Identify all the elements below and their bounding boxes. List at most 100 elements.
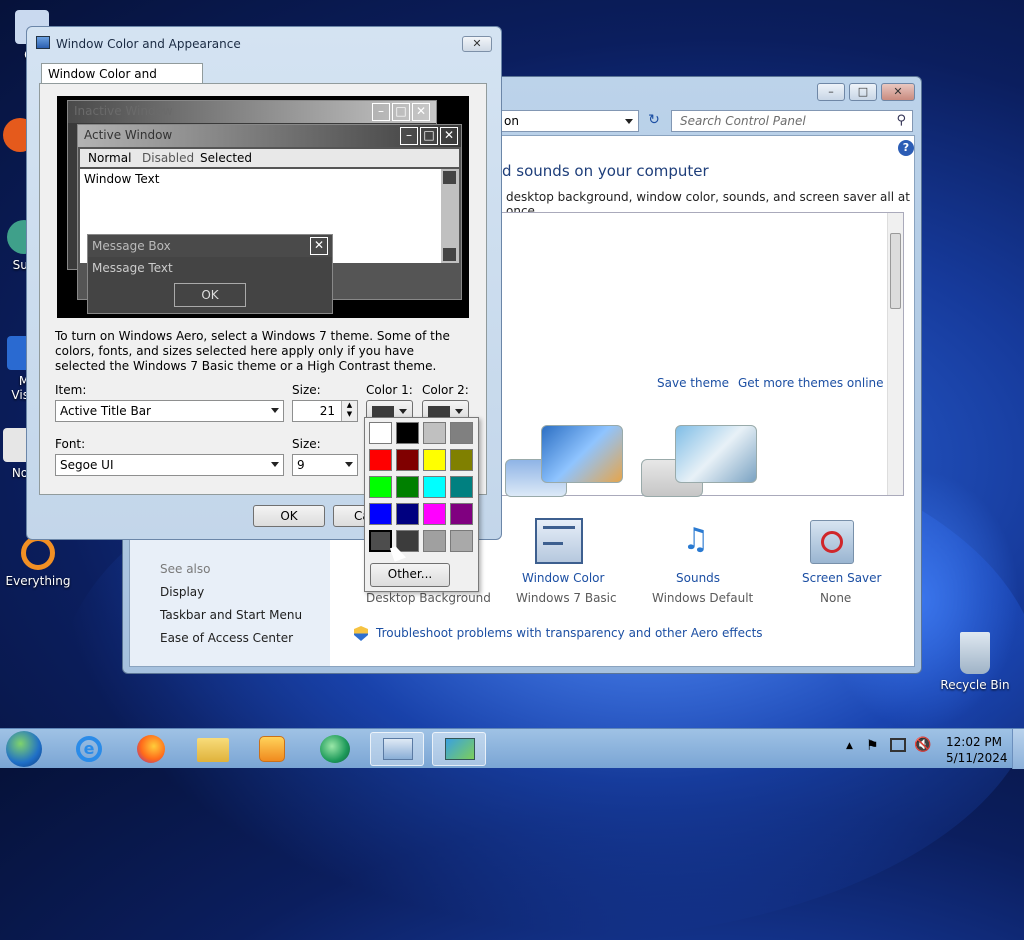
refresh-icon[interactable]: ↻ — [643, 110, 665, 132]
show-desktop-button[interactable] — [1012, 729, 1024, 769]
font-size-select[interactable]: 9 — [292, 454, 358, 476]
font-label: Font: — [55, 437, 86, 451]
sounds-icon[interactable]: ♫ — [672, 520, 720, 564]
chevron-down-icon — [399, 409, 407, 414]
window-color-icon[interactable] — [535, 518, 583, 564]
get-more-themes-link[interactable]: Get more themes online — [738, 376, 884, 390]
color-swatch[interactable] — [396, 503, 419, 525]
save-theme-link[interactable]: Save theme — [657, 376, 729, 390]
appearance-preview[interactable]: Inactive Window – □ ✕ Active Window – □ … — [57, 96, 469, 318]
item-size-spinner[interactable]: 21 ▲ ▼ — [292, 400, 358, 422]
color-swatch[interactable] — [396, 449, 419, 471]
personalization-icon — [445, 738, 475, 760]
taskbar-internet-explorer[interactable]: e — [62, 732, 116, 766]
preview-menubar: Normal Disabled Selected — [80, 149, 459, 167]
preview-active-close-icon: ✕ — [440, 127, 458, 145]
color-swatch[interactable] — [423, 503, 446, 525]
sounds-link[interactable]: Sounds — [676, 571, 720, 585]
color-swatch[interactable] — [450, 476, 473, 498]
recycle-bin-icon — [960, 632, 990, 674]
volume-muted-icon[interactable]: 🔇 — [914, 737, 931, 753]
chevron-down-icon[interactable] — [625, 119, 633, 124]
app-green-icon — [320, 735, 350, 763]
screen-saver-sub: None — [820, 591, 852, 605]
item-label: Item: — [55, 383, 87, 397]
scrollbar-thumb[interactable] — [890, 233, 901, 309]
themes-scrollbar[interactable] — [887, 213, 903, 495]
preview-minimize-icon: – — [372, 103, 390, 121]
preview-active-maximize-icon: □ — [420, 127, 438, 145]
desktop-icon-recycle-bin[interactable]: Recycle Bin — [935, 632, 1015, 692]
color-swatch[interactable] — [423, 449, 446, 471]
taskbar-explorer[interactable] — [186, 732, 240, 766]
maximize-button[interactable]: □ — [849, 83, 877, 101]
taskbar-firefox[interactable] — [124, 732, 178, 766]
themes-list: Save theme Get more themes online — [500, 212, 904, 497]
color-swatch[interactable] — [369, 422, 392, 444]
sounds-sub: Windows Default — [652, 591, 754, 605]
action-center-flag-icon[interactable]: ⚑ — [866, 738, 879, 754]
color-swatch[interactable] — [396, 422, 419, 444]
preview-message-close-icon: ✕ — [310, 237, 328, 255]
window-color-link[interactable]: Window Color — [522, 571, 604, 585]
clock-time: 12:02 PM — [946, 735, 1002, 749]
network-icon[interactable] — [890, 738, 906, 752]
color-swatch[interactable] — [396, 476, 419, 498]
tab-window-color-appearance[interactable]: Window Color and Appearance — [41, 63, 203, 95]
desktop-icon-everything[interactable]: Everything — [0, 536, 78, 588]
color-swatch[interactable] — [450, 503, 473, 525]
media-player-icon — [259, 736, 285, 762]
color-swatch[interactable] — [369, 530, 392, 552]
clock[interactable]: 12:02 PM 5/11/2024 — [946, 734, 1008, 766]
desktop-background-label[interactable]: Desktop Background — [366, 591, 491, 605]
tray-expand-icon[interactable]: ▲ — [846, 741, 853, 751]
taskbar-media-player[interactable] — [246, 732, 300, 766]
preview-message-box: Message Box ✕ Message Text OK — [87, 234, 333, 314]
screen-saver-link[interactable]: Screen Saver — [802, 571, 881, 585]
color-swatch[interactable] — [450, 449, 473, 471]
color-swatch[interactable] — [423, 530, 446, 552]
help-icon[interactable]: ? — [898, 140, 914, 156]
other-colors-button[interactable]: Other... — [370, 563, 450, 587]
spinner-arrows-icon[interactable]: ▲ ▼ — [341, 401, 357, 421]
preview-scrollbar — [441, 169, 459, 263]
color-swatch[interactable] — [423, 476, 446, 498]
dialog-title: Window Color and Appearance — [56, 37, 241, 51]
taskbar-app-green[interactable] — [308, 732, 362, 766]
search-icon[interactable]: ⚲ — [896, 113, 906, 128]
link-ease-of-access[interactable]: Ease of Access Center — [160, 631, 293, 645]
color2-label: Color 2: — [422, 383, 469, 397]
address-bar[interactable]: on — [499, 110, 639, 132]
color-swatch[interactable] — [369, 449, 392, 471]
color-swatch[interactable] — [369, 476, 392, 498]
item-size-label: Size: — [292, 383, 321, 397]
start-button[interactable] — [6, 731, 42, 767]
taskbar-control-panel[interactable] — [370, 732, 424, 766]
dialog-close-button[interactable]: ✕ — [462, 36, 492, 52]
link-display[interactable]: Display — [160, 585, 204, 599]
color2-swatch — [428, 406, 450, 417]
font-size-label: Size: — [292, 437, 321, 451]
troubleshoot-link[interactable]: Troubleshoot problems with transparency … — [376, 626, 763, 640]
color-swatch[interactable] — [450, 422, 473, 444]
search-input[interactable]: Search Control Panel ⚲ — [671, 110, 913, 132]
color-swatch[interactable] — [423, 422, 446, 444]
clock-date: 5/11/2024 — [946, 751, 1008, 765]
screen-saver-icon[interactable] — [810, 520, 854, 564]
close-button[interactable]: ✕ — [881, 83, 915, 101]
color-swatch[interactable] — [369, 503, 392, 525]
preview-active-minimize-icon: – — [400, 127, 418, 145]
item-select[interactable]: Active Title Bar — [55, 400, 284, 422]
dialog-app-icon — [36, 36, 50, 49]
internet-explorer-icon: e — [76, 736, 102, 762]
link-taskbar[interactable]: Taskbar and Start Menu — [160, 608, 302, 622]
preview-active-titlebar: Active Window – □ ✕ — [78, 125, 461, 147]
everything-icon — [21, 536, 55, 570]
shield-icon — [354, 626, 368, 641]
color-swatch[interactable] — [450, 530, 473, 552]
font-select[interactable]: Segoe UI — [55, 454, 284, 476]
ok-button[interactable]: OK — [253, 505, 325, 527]
taskbar-personalization[interactable] — [432, 732, 486, 766]
minimize-button[interactable]: – — [817, 83, 845, 101]
firefox-icon — [137, 735, 165, 763]
